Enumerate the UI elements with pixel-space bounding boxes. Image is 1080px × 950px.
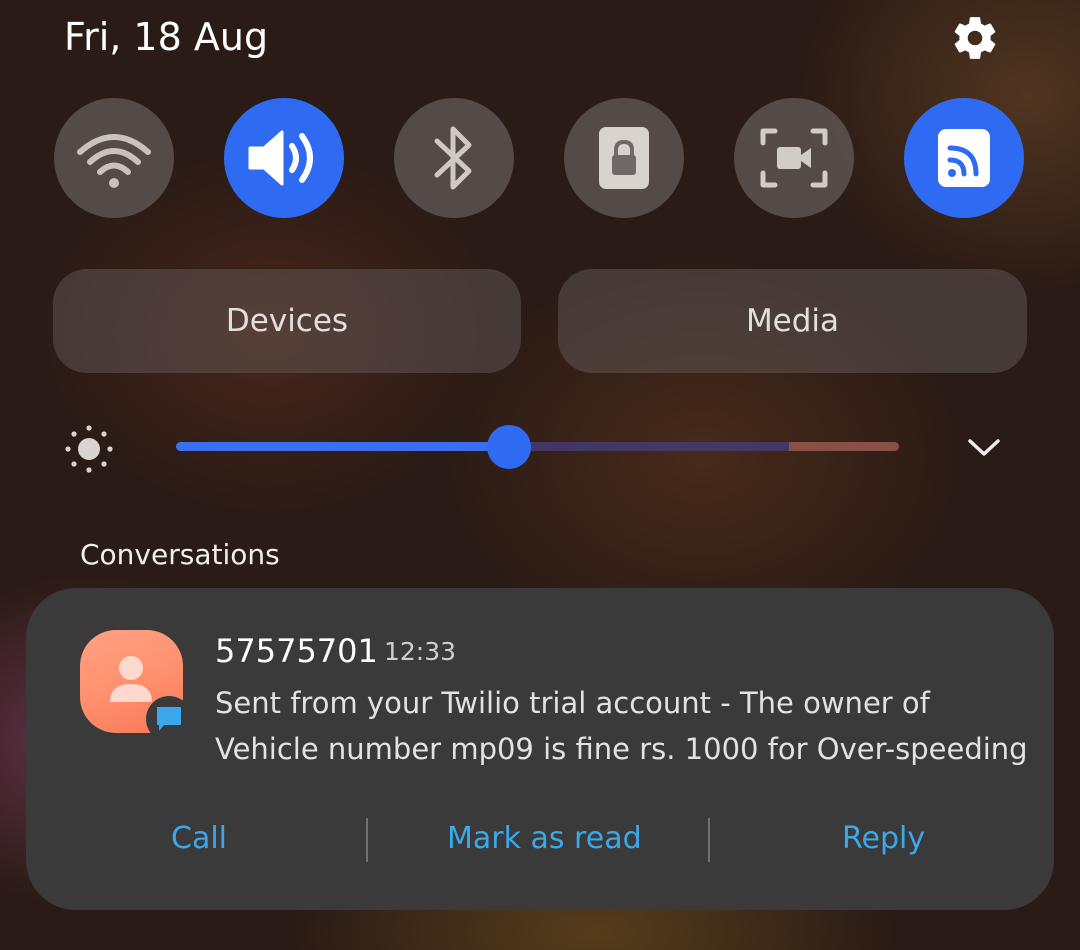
message-bubble-icon (157, 707, 181, 731)
brightness-slider[interactable] (176, 442, 899, 451)
cast-icon (938, 129, 990, 187)
media-button[interactable]: Media (558, 269, 1027, 373)
wifi-toggle[interactable] (54, 98, 174, 218)
screen-recorder-icon (760, 128, 828, 188)
brightness-fill (176, 442, 509, 451)
bluetooth-icon (434, 126, 472, 190)
message-time: 12:33 (384, 637, 457, 666)
settings-button[interactable] (950, 13, 1000, 63)
devices-label: Devices (225, 303, 349, 339)
sound-toggle[interactable] (224, 98, 344, 218)
gear-icon (954, 17, 996, 59)
wifi-icon (77, 134, 151, 188)
cast-toggle[interactable] (904, 98, 1024, 218)
brightness-thumb[interactable] (487, 425, 531, 469)
reply-button[interactable]: Reply (842, 816, 925, 862)
media-label: Media (745, 303, 840, 339)
portrait-lock-toggle[interactable] (564, 98, 684, 218)
sender-number: 57575701 (215, 632, 378, 670)
action-divider (708, 818, 710, 862)
date-label: Fri, 18 Aug (64, 15, 269, 59)
chevron-down-icon[interactable] (964, 432, 1004, 462)
call-button[interactable]: Call (171, 816, 227, 862)
action-divider (366, 818, 368, 862)
brightness-icon (65, 425, 113, 473)
bluetooth-toggle[interactable] (394, 98, 514, 218)
mark-as-read-button[interactable]: Mark as read (447, 816, 642, 862)
portrait-lock-icon (599, 127, 649, 189)
message-badge (146, 696, 192, 742)
devices-button[interactable]: Devices (53, 269, 521, 373)
message-notification-card[interactable]: 57575701 12:33 Sent from your Twilio tri… (26, 588, 1054, 910)
message-body: Sent from your Twilio trial account - Th… (215, 686, 1028, 766)
screen-recorder-toggle[interactable] (734, 98, 854, 218)
sound-icon (248, 130, 313, 186)
conversations-section-title: Conversations (80, 538, 280, 571)
